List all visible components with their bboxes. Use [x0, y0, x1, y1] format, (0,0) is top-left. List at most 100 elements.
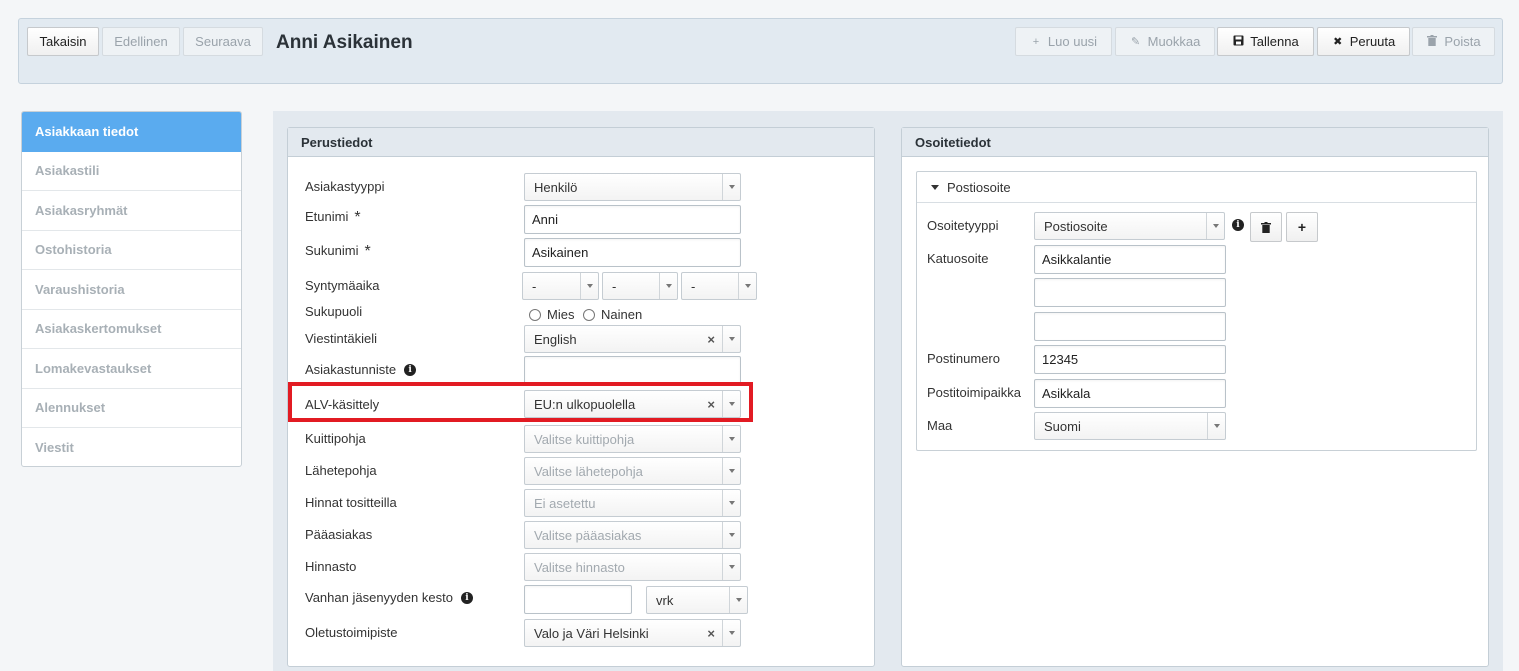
postal-address-section: Postiosoite Osoitetyyppi Postiosoite i +…	[916, 171, 1477, 451]
clear-icon[interactable]: ×	[707, 332, 715, 347]
street-address-line3-field[interactable]	[1034, 312, 1226, 341]
sidebar-item-customer-groups[interactable]: Asiakasryhmät	[22, 191, 241, 231]
required-asterisk: *	[354, 209, 361, 226]
city-label: Postitoimipaikka	[927, 385, 1021, 400]
sidebar-item-messages[interactable]: Viestit	[22, 428, 241, 466]
customer-type-select[interactable]: Henkilö	[524, 173, 741, 201]
sidebar-item-discounts[interactable]: Alennukset	[22, 389, 241, 428]
last-name-label-text: Sukunimi	[305, 243, 359, 258]
sidebar-item-purchase-history[interactable]: Ostohistoria	[22, 231, 241, 270]
delete-button[interactable]: Poista	[1412, 27, 1495, 56]
delivery-template-label: Lähetepohja	[305, 463, 377, 478]
membership-unit-select[interactable]: vrk	[646, 586, 748, 614]
top-toolbar: Takaisin Edellinen Seuraava Anni Asikain…	[18, 18, 1503, 84]
birth-day-select[interactable]: -	[522, 272, 599, 300]
main-customer-placeholder: Valitse pääasiakas	[534, 527, 642, 543]
save-button[interactable]: Tallenna	[1217, 27, 1314, 56]
birth-day-value: -	[532, 278, 537, 294]
next-label: Seuraava	[195, 34, 251, 49]
radio-female[interactable]	[583, 309, 595, 321]
sidebar-item-customer-stories[interactable]: Asiakaskertomukset	[22, 310, 241, 349]
pricelist-select[interactable]: Valitse hinnasto	[524, 553, 741, 581]
country-label: Maa	[927, 418, 953, 433]
customer-type-label: Asiakastyyppi	[305, 179, 385, 194]
language-select[interactable]: English ×	[524, 325, 741, 353]
address-header: Osoitetiedot	[902, 128, 1488, 157]
back-label: Takaisin	[39, 34, 87, 49]
receipt-template-select[interactable]: Valitse kuittipohja	[524, 425, 741, 453]
main-customer-select[interactable]: Valitse pääasiakas	[524, 521, 741, 549]
gender-female-label: Nainen	[601, 307, 643, 322]
cancel-button[interactable]: ✖ Peruuta	[1317, 27, 1410, 56]
next-button[interactable]: Seuraava	[183, 27, 263, 56]
chevron-down-icon	[729, 587, 747, 613]
close-icon: ✖	[1333, 36, 1343, 48]
chevron-down-icon	[722, 620, 740, 646]
prices-on-documents-value: Ei asetettu	[534, 495, 596, 511]
city-field[interactable]: Asikkala	[1034, 379, 1226, 408]
birth-year-select[interactable]: -	[681, 272, 757, 300]
address-type-label: Osoitetyyppi	[927, 218, 999, 233]
membership-duration-label-text: Vanhan jäsenyyden kesto	[305, 590, 453, 605]
first-name-field[interactable]: Anni	[524, 205, 741, 234]
membership-duration-field[interactable]	[524, 585, 632, 614]
chevron-down-icon	[580, 273, 598, 299]
edit-button[interactable]: ✎ Muokkaa	[1115, 27, 1215, 56]
new-button[interactable]: + Luo uusi	[1015, 27, 1112, 56]
street-address-label: Katuosoite	[927, 251, 989, 266]
last-name-field[interactable]: Asikainen	[524, 238, 741, 267]
customer-type-value: Henkilö	[534, 179, 578, 195]
sidebar-item-customer-account[interactable]: Asiakastili	[22, 152, 241, 191]
back-button[interactable]: Takaisin	[27, 27, 99, 56]
previous-label: Edellinen	[114, 34, 168, 49]
birth-month-select[interactable]: -	[602, 272, 678, 300]
chevron-down-icon	[722, 426, 740, 452]
address-type-value: Postiosoite	[1044, 218, 1108, 234]
first-name-label: Etunimi *	[305, 209, 361, 227]
default-office-select[interactable]: Valo ja Väri Helsinki ×	[524, 619, 741, 647]
delete-label: Poista	[1444, 34, 1481, 49]
info-icon[interactable]: i	[404, 364, 417, 376]
customer-identifier-label-text: Asiakastunniste	[305, 362, 397, 377]
chevron-down-icon	[722, 554, 740, 580]
country-value: Suomi	[1044, 418, 1081, 434]
edit-label: Muokkaa	[1147, 34, 1201, 49]
birth-year-value: -	[691, 278, 696, 294]
clear-icon[interactable]: ×	[707, 626, 715, 641]
sidebar-item-customer-info[interactable]: Asiakkaan tiedot	[22, 112, 241, 152]
street-address-line2-field[interactable]	[1034, 278, 1226, 307]
delivery-template-select[interactable]: Valitse lähetepohja	[524, 457, 741, 485]
delete-address-button[interactable]	[1250, 212, 1282, 242]
country-select[interactable]: Suomi	[1034, 412, 1226, 440]
sidebar-item-form-answers[interactable]: Lomakevastaukset	[22, 349, 241, 389]
gender-male-option[interactable]: Mies	[529, 307, 574, 322]
caret-down-icon	[931, 184, 939, 190]
postal-code-field[interactable]: 12345	[1034, 345, 1226, 374]
chevron-down-icon	[722, 326, 740, 352]
default-office-value: Valo ja Väri Helsinki	[534, 625, 649, 641]
customer-identifier-field[interactable]	[524, 356, 741, 385]
gender-female-option[interactable]: Nainen	[583, 307, 642, 322]
address-panel: Osoitetiedot Postiosoite Osoitetyyppi Po…	[901, 127, 1489, 667]
street-address-line1-field[interactable]: Asikkalantie	[1034, 245, 1226, 274]
customer-identifier-label: Asiakastunniste i	[305, 362, 417, 377]
info-icon[interactable]: i	[460, 592, 473, 604]
postal-address-toggle[interactable]: Postiosoite	[917, 172, 1476, 203]
basic-info-header: Perustiedot	[288, 128, 874, 157]
chevron-down-icon	[1207, 413, 1225, 439]
info-icon[interactable]: i	[1232, 219, 1244, 231]
add-address-button[interactable]: +	[1286, 212, 1318, 242]
gender-label: Sukupuoli	[305, 304, 363, 319]
address-type-select[interactable]: Postiosoite	[1034, 212, 1225, 240]
language-value: English	[534, 331, 577, 347]
receipt-template-label: Kuittipohja	[305, 431, 366, 446]
membership-duration-label: Vanhan jäsenyyden kesto i	[305, 590, 473, 605]
radio-male[interactable]	[529, 309, 541, 321]
plus-icon: +	[1297, 219, 1307, 235]
prices-on-documents-select[interactable]: Ei asetettu	[524, 489, 741, 517]
membership-unit-value: vrk	[656, 592, 674, 608]
birth-date-label: Syntymäaika	[305, 278, 380, 293]
chevron-down-icon	[1206, 213, 1224, 239]
sidebar-item-reservation-history[interactable]: Varaushistoria	[22, 270, 241, 310]
previous-button[interactable]: Edellinen	[102, 27, 180, 56]
